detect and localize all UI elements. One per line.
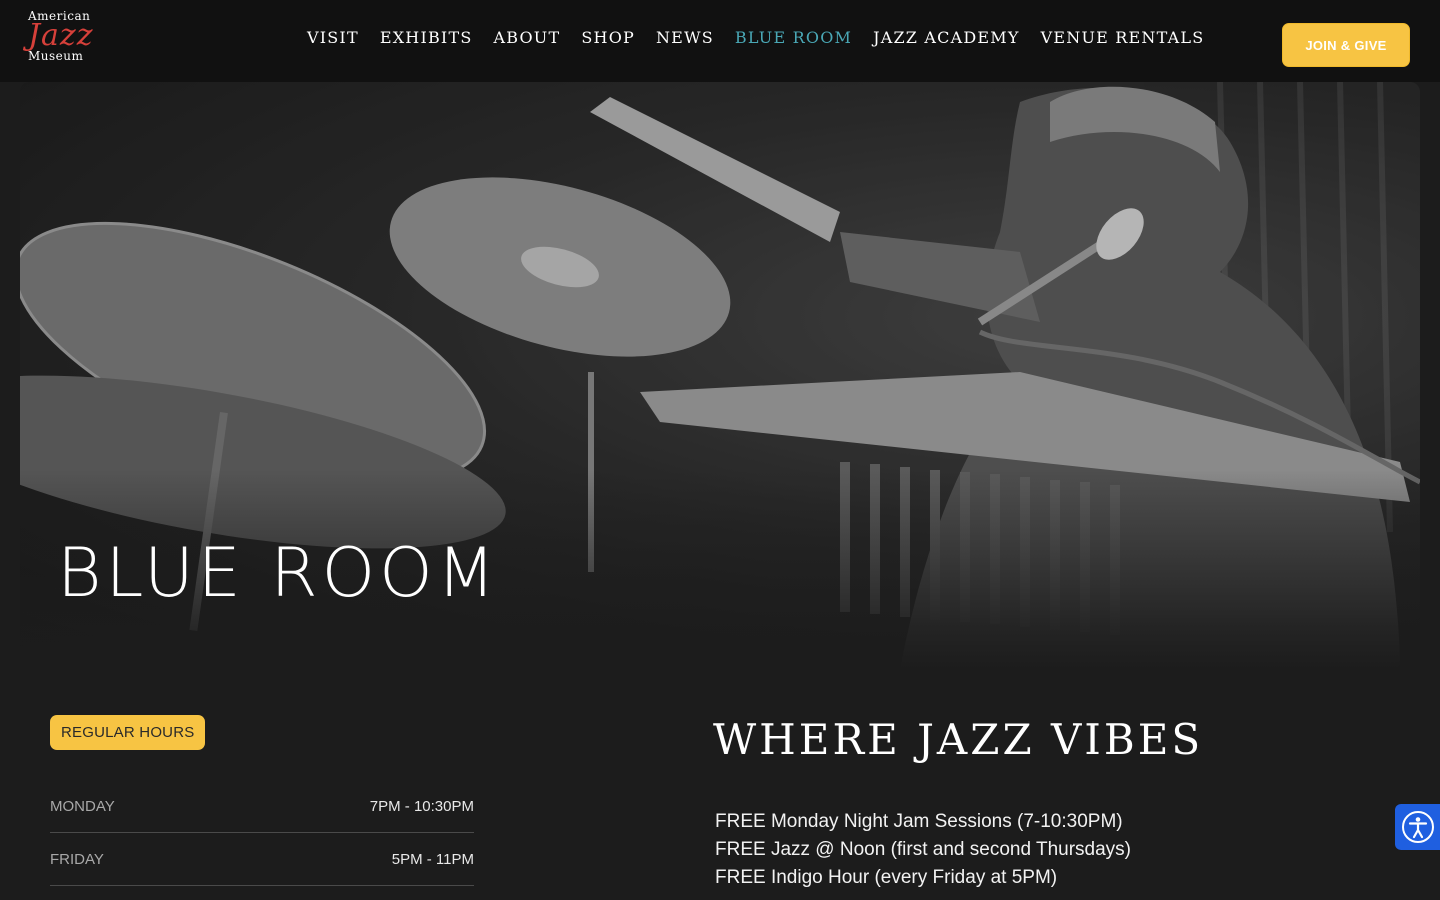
site-header: American Jazz Museum VISIT EXHIBITS ABOU… xyxy=(0,0,1440,82)
nav-blue-room[interactable]: BLUE ROOM xyxy=(735,26,852,50)
accessibility-icon xyxy=(1401,811,1434,843)
nav-exhibits[interactable]: EXHIBITS xyxy=(380,26,473,50)
regular-hours-badge: REGULAR HOURS xyxy=(50,715,206,750)
nav-news[interactable]: NEWS xyxy=(656,26,714,50)
nav-about[interactable]: ABOUT xyxy=(493,26,560,50)
logo-line-3: Museum xyxy=(28,49,84,63)
nav-jazz-academy[interactable]: JAZZ ACADEMY xyxy=(873,26,1020,50)
hours-day: FRIDAY xyxy=(50,850,104,868)
list-item: FREE Monday Night Jam Sessions (7-10:30P… xyxy=(715,811,1123,832)
main-nav: VISIT EXHIBITS ABOUT SHOP NEWS BLUE ROOM… xyxy=(307,26,1204,50)
nav-venue-rentals[interactable]: VENUE RENTALS xyxy=(1041,26,1205,50)
logo-line-2: Jazz xyxy=(28,18,94,53)
nav-visit[interactable]: VISIT xyxy=(307,26,359,50)
hours-day: MONDAY xyxy=(50,797,115,815)
hours-time: 5PM - 11PM xyxy=(391,850,474,868)
list-item: FREE Jazz @ Noon (first and second Thurs… xyxy=(715,839,1131,860)
vibes-list: FREE Monday Night Jam Sessions (7-10:30P… xyxy=(715,808,1131,892)
list-item: FREE Indigo Hour (every Friday at 5PM) xyxy=(715,867,1058,888)
accessibility-button[interactable] xyxy=(1395,804,1440,850)
nav-shop[interactable]: SHOP xyxy=(581,26,635,50)
vibes-heading: WHERE JAZZ VIBES xyxy=(713,715,1204,764)
hours-row: FRIDAY 5PM - 11PM xyxy=(50,833,474,886)
join-and-give-button[interactable]: JOIN & GIVE xyxy=(1282,23,1410,67)
hours-time: 7PM - 10:30PM xyxy=(369,797,474,815)
hours-row: MONDAY 7PM - 10:30PM xyxy=(50,780,474,833)
page-title: BLUE ROOM xyxy=(57,534,500,613)
hero-banner: BLUE ROOM xyxy=(20,82,1420,670)
american-jazz-museum-logo[interactable]: American Jazz Museum xyxy=(28,10,108,70)
